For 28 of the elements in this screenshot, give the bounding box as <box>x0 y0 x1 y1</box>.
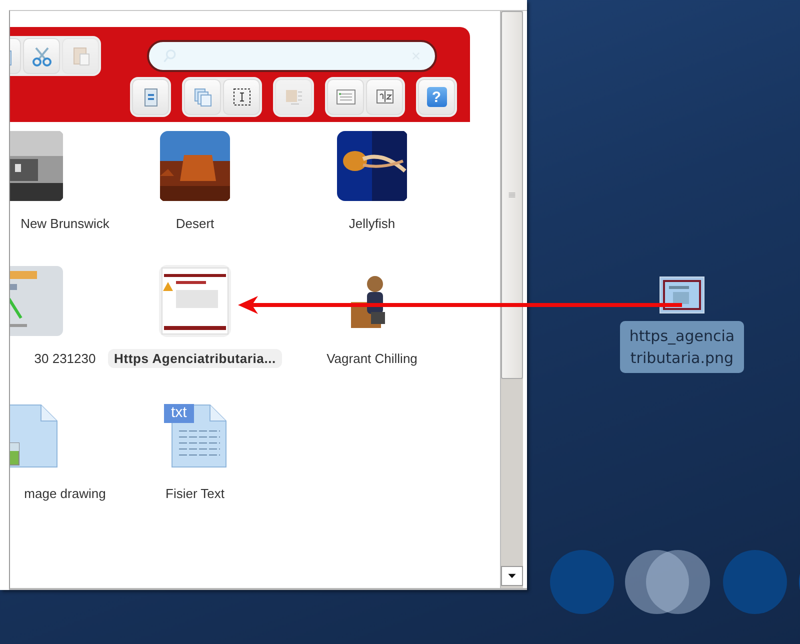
file-name: Jellyfish <box>348 215 396 233</box>
file-name: Https Agenciatributaria... <box>108 349 282 368</box>
text-select-icon <box>230 86 252 108</box>
file-thumbnail[interactable]: txt <box>159 400 231 472</box>
image-file-icon[interactable] <box>659 276 705 314</box>
file-name: mage drawing <box>23 485 107 503</box>
file-name: Fisier Text <box>164 485 226 503</box>
file-thumbnail[interactable] <box>10 130 64 202</box>
file-name: Desert <box>174 215 216 233</box>
file-name: New Brunswick <box>20 215 110 233</box>
search-field[interactable] <box>147 40 437 72</box>
file-thumbnail[interactable] <box>159 130 231 202</box>
scroll-thumb[interactable] <box>501 11 523 379</box>
cut-button[interactable] <box>23 38 60 74</box>
file-name[interactable]: https_agencia tributaria.png <box>620 321 744 373</box>
cut-icon <box>30 45 52 67</box>
help-button[interactable]: ? <box>418 79 455 115</box>
file-name: 30 231230 <box>33 350 97 368</box>
file-thumbnail[interactable] <box>336 130 408 202</box>
toolbar-button[interactable] <box>366 79 403 115</box>
scrollbar[interactable] <box>500 11 523 588</box>
file-thumbnail[interactable] <box>159 265 231 337</box>
toolbar-button[interactable] <box>223 79 260 115</box>
file-name: Vagrant Chilling <box>326 350 418 368</box>
copy-icon <box>192 86 214 108</box>
file-type-tag: txt <box>164 404 194 423</box>
scroll-down-button[interactable] <box>501 566 523 586</box>
file-thumbnail[interactable] <box>10 265 64 337</box>
